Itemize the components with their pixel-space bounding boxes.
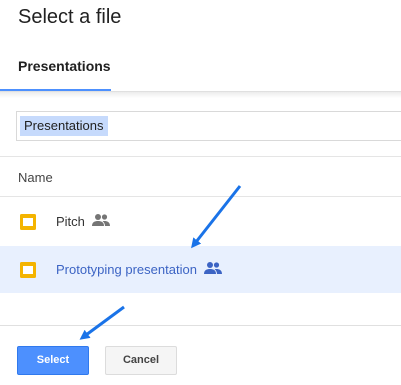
tab-label: Presentations: [18, 58, 111, 74]
annotation-arrow-to-select: [79, 305, 125, 340]
breadcrumb-item-presentations[interactable]: Presentations: [20, 116, 108, 136]
list-divider: [0, 156, 401, 157]
breadcrumb: Presentations: [16, 111, 401, 141]
file-name: Pitch: [56, 214, 85, 229]
file-name: Prototyping presentation: [56, 262, 197, 277]
cancel-button[interactable]: Cancel: [105, 346, 177, 375]
shared-people-icon: [204, 262, 222, 274]
slides-icon: [20, 262, 36, 278]
footer-divider: [0, 325, 401, 326]
column-header-name[interactable]: Name: [18, 170, 53, 185]
slides-icon: [20, 214, 36, 230]
file-row-prototyping-presentation[interactable]: Prototyping presentation: [0, 246, 401, 293]
select-button[interactable]: Select: [17, 346, 89, 375]
column-header-divider: [0, 196, 401, 197]
shared-people-icon: [92, 214, 110, 226]
tab-presentations[interactable]: Presentations: [0, 56, 111, 92]
header-shadow: [0, 92, 401, 98]
dialog-title: Select a file: [18, 6, 122, 28]
file-row-pitch[interactable]: Pitch: [0, 198, 401, 245]
